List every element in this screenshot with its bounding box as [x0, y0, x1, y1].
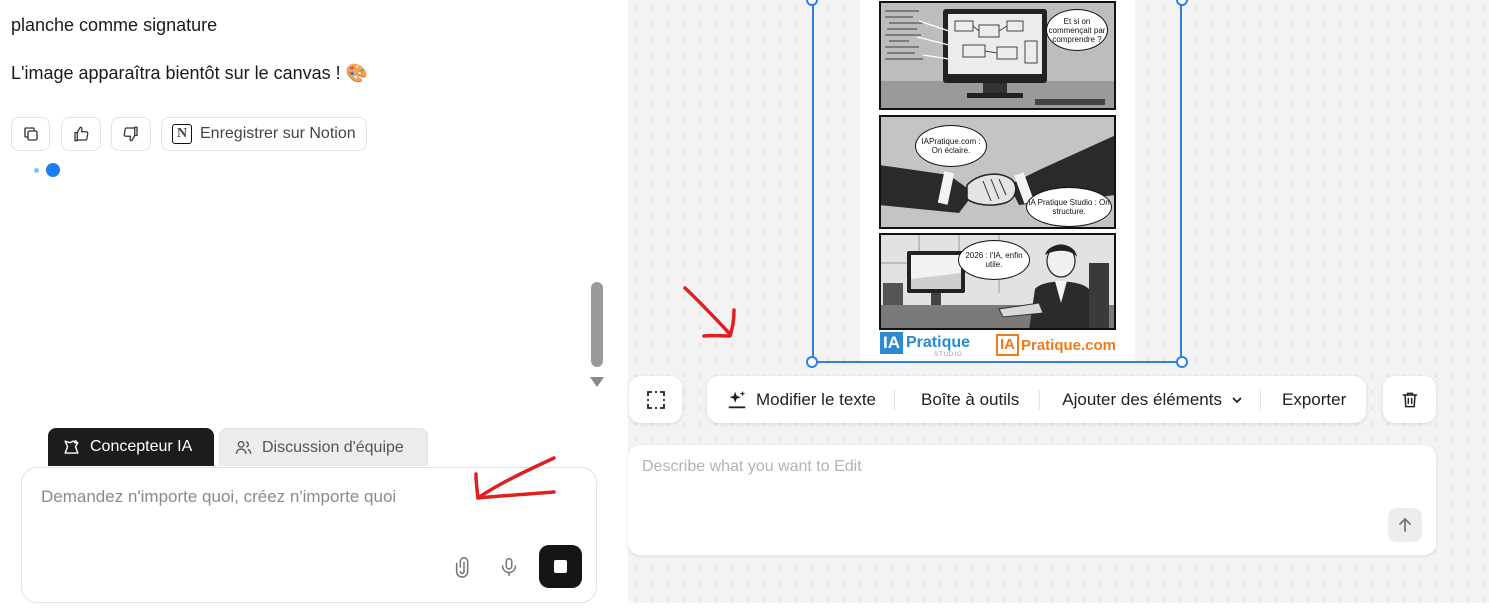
chat-scrollbar-thumb[interactable]	[591, 282, 603, 367]
paperclip-icon	[455, 557, 469, 578]
tab-label: Concepteur IA	[90, 438, 193, 455]
microphone-button[interactable]	[498, 555, 520, 579]
tab-label: Discussion d'équipe	[262, 438, 404, 456]
annotation-arrow-icon	[683, 286, 736, 338]
select-area-icon	[646, 390, 665, 409]
attach-button[interactable]	[453, 555, 475, 579]
thumbs-down-button[interactable]	[111, 117, 151, 151]
export-label: Exporter	[1281, 389, 1347, 409]
annotation-arrow-icon	[474, 456, 556, 500]
tab-concepteur-ia[interactable]: Concepteur IA	[48, 428, 214, 466]
stop-icon	[554, 560, 567, 573]
toolbox-label: Boîte à outils	[921, 389, 1020, 409]
thumbs-down-icon	[123, 126, 138, 142]
thumbs-up-icon	[74, 126, 89, 142]
send-edit-button[interactable]	[1388, 508, 1422, 542]
chat-input[interactable]	[39, 486, 463, 508]
design-icon	[64, 439, 79, 454]
trash-icon	[1402, 392, 1417, 407]
resize-handle-bottom-left[interactable]	[806, 356, 818, 368]
microphone-icon	[501, 557, 517, 577]
edit-prompt-input[interactable]	[640, 457, 1244, 477]
toolbox-button[interactable]: Boîte à outils	[921, 390, 1019, 410]
thumbs-up-button[interactable]	[61, 117, 101, 151]
chevron-down-icon	[1232, 396, 1242, 403]
toolbar-divider	[1039, 389, 1041, 410]
toolbar-divider	[1259, 389, 1261, 410]
resize-handle-bottom-right[interactable]	[1176, 356, 1188, 368]
delete-button[interactable]	[1383, 376, 1436, 423]
copy-button[interactable]	[11, 117, 50, 151]
edit-prompt-box	[628, 445, 1436, 555]
toolbar-divider	[894, 389, 895, 410]
export-button[interactable]: Exporter	[1282, 390, 1346, 410]
selection-frame[interactable]	[812, 0, 1182, 363]
sparkle-icon	[728, 390, 746, 408]
message-text-line: L'image apparaîtra bientôt sur le canvas…	[11, 63, 369, 83]
edit-text-button[interactable]: Modifier le texte	[726, 389, 876, 411]
team-icon	[235, 440, 252, 454]
tab-discussion-equipe[interactable]: Discussion d'équipe	[219, 428, 428, 466]
scroll-down-arrow-icon[interactable]	[590, 377, 604, 387]
save-to-notion-button[interactable]: N Enregistrer sur Notion	[161, 117, 367, 151]
notion-icon: N	[172, 124, 192, 144]
add-elements-label: Ajouter des éléments	[1062, 389, 1222, 409]
arrow-up-icon	[1399, 517, 1411, 532]
save-to-notion-label: Enregistrer sur Notion	[200, 125, 356, 142]
select-area-button[interactable]	[629, 376, 682, 423]
add-elements-button[interactable]: Ajouter des éléments	[1062, 390, 1244, 410]
edit-toolbar: Modifier le texte Boîte à outils Ajouter…	[707, 376, 1366, 423]
copy-icon	[23, 127, 38, 141]
edit-text-label: Modifier le texte	[756, 389, 876, 409]
message-text-line: planche comme signature	[11, 15, 218, 35]
stop-generation-button[interactable]	[539, 545, 582, 588]
